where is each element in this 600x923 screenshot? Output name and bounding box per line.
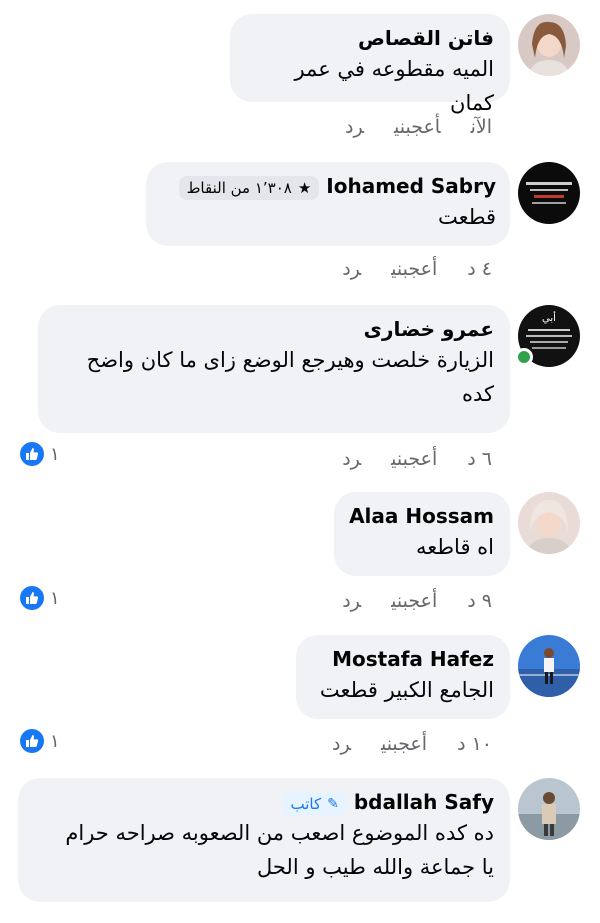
reply-link[interactable]: رد [345,116,364,138]
comment-actions: ٩ د أعجبني رد [312,590,492,612]
like-link[interactable]: أعجبني [391,590,437,612]
author-badge: ✎ كاتب [282,791,347,816]
avatar[interactable] [518,14,580,76]
svg-text:أبي: أبي [542,311,556,324]
comment-actions: ١٠ د أعجبني رد [302,733,492,755]
pencil-icon: ✎ [327,795,339,812]
reaction-count-label: ١ [50,587,60,609]
comment-text: الميه مقطوعه في عمر كمان [294,57,494,115]
avatar[interactable] [518,162,580,224]
timestamp[interactable]: ١٠ د [457,733,492,755]
avatar[interactable] [518,778,580,840]
like-link[interactable]: أعجبني [391,448,437,470]
comment-bubble: عمرو خضارى الزيارة خلصت وهيرجع الوضع زاى… [38,305,510,433]
thumbs-up-icon [20,442,44,466]
author-badge-label: كاتب [290,794,322,813]
like-link[interactable]: أعجبني [381,733,427,755]
comment-actions: ٦ د أعجبني رد [312,448,492,470]
reaction-count-label: ١ [50,730,60,752]
points-label: ١٬٣٠٨ من النقاط [186,178,292,197]
avatar[interactable] [518,492,580,554]
commenter-name[interactable]: عمرو خضارى [54,315,494,343]
commenter-name-text[interactable]: Mostafa Hafez [332,647,494,671]
thumbs-up-icon [20,586,44,610]
comment-text: الزيارة خلصت وهيرجع الوضع زاى ما كان واض… [86,348,494,406]
comment-text-line-1: ده كده الموضوع اصعب من الصعوبه صراحه حرا… [65,821,494,845]
reply-link[interactable]: رد [342,448,361,470]
points-badge[interactable]: ★ ١٬٣٠٨ من النقاط [178,175,320,200]
online-status-dot [515,348,533,366]
like-link[interactable]: أعجبني [391,258,437,280]
comment-bubble: Mostafa Hafez الجامع الكبير قطعت [296,635,510,719]
timestamp[interactable]: ٩ د [467,590,492,612]
star-icon: ★ [297,178,312,197]
reply-link[interactable]: رد [332,733,351,755]
comment-text-line-2: يا جماعة والله طيب و الحل [256,855,494,879]
commenter-name[interactable]: Iohamed Sabry [326,174,496,198]
reaction-count[interactable]: ١ [20,728,60,754]
comment-actions: ٤ د أعجبني رد [312,258,492,280]
commenter-name: Alaa Hossam [349,502,494,530]
comment-text: قطعت [437,205,496,229]
reaction-count[interactable]: ١ [20,441,60,467]
commenter-name[interactable]: bdallah Safy [354,790,494,814]
comment-bubble: فاتن القصاص الميه مقطوعه في عمر كمان [230,14,510,115]
timestamp[interactable]: ٤ د [467,258,492,280]
comment-text: اه قاطعه [415,535,494,559]
reply-link[interactable]: رد [342,590,361,612]
like-link[interactable]: أعجبني [394,116,441,138]
timestamp[interactable]: الآن [471,116,492,138]
comment-bubble: bdallah Safy ✎ كاتب ده كده الموضوع اصعب … [18,778,510,902]
comment-text: الجامع الكبير قطعت [319,678,494,702]
comment-actions: الآن أعجبني رد [315,116,492,138]
comment-bubble: Alaa Hossam اه قاطعه [334,492,510,576]
comment-bubble: Iohamed Sabry ★ ١٬٣٠٨ من النقاط قطعت [146,162,510,246]
thumbs-up-icon [20,729,44,753]
commenter-name: Mostafa Hafez [312,645,494,673]
reply-link[interactable]: رد [342,258,361,280]
avatar[interactable] [518,635,580,697]
reaction-count-label: ١ [50,443,60,465]
commenter-name-text[interactable]: Alaa Hossam [349,504,494,528]
reaction-count[interactable]: ١ [20,585,60,611]
timestamp[interactable]: ٦ د [467,448,492,470]
commenter-name[interactable]: فاتن القصاص [246,24,494,52]
